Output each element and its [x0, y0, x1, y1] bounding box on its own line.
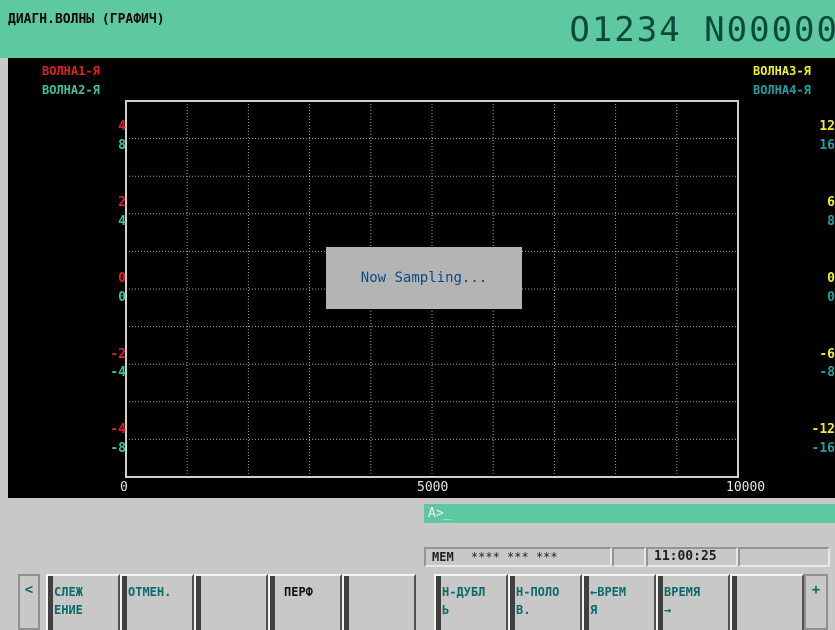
softkey-label: Н-ДУБЛ	[442, 585, 486, 599]
softkey-label: ВРЕМЯ	[664, 585, 701, 599]
y-tick-wave4: -16	[811, 441, 835, 456]
sampling-message: Now Sampling...	[360, 270, 488, 286]
y-tick-wave2: -8	[110, 441, 126, 456]
softkey-label: ОТМЕН.	[128, 585, 172, 599]
y-tick-wave3: 0	[827, 271, 835, 286]
y-tick-wave4: 16	[819, 138, 835, 153]
y-tick-wave1: 2	[118, 195, 126, 210]
y-tick-wave3: 6	[827, 195, 835, 210]
y-tick-wave3: -6	[819, 347, 835, 362]
x-tick: 5000	[417, 480, 449, 495]
status-empty-field	[612, 547, 646, 567]
chevron-left-icon: <	[24, 582, 34, 598]
softkey-label: В.	[516, 603, 531, 617]
softkey-right-arrow[interactable]: +	[804, 574, 828, 630]
input-prompt: A>_	[428, 506, 452, 521]
softkey-10[interactable]	[730, 574, 804, 630]
sampling-popup: Now Sampling...	[326, 247, 522, 309]
status-extra-field	[738, 547, 830, 567]
y-tick-wave1: 4	[118, 119, 126, 134]
softkey-9[interactable]: ВРЕМЯ →	[656, 574, 730, 630]
y-tick-wave3: 12	[819, 119, 835, 134]
waveform-chart	[125, 100, 739, 478]
y-tick-wave2: 8	[118, 138, 126, 153]
softkey-6[interactable]: Н-ДУБЛ Ь	[434, 574, 508, 630]
status-mode-field: MEM **** *** ***	[424, 547, 612, 567]
softkey-label: ПЕРФ	[284, 585, 313, 599]
y-tick-wave2: 4	[118, 214, 126, 229]
y-tick-wave4: 0	[827, 290, 835, 305]
command-input-line[interactable]: A>_	[424, 504, 835, 523]
softkey-label: ←ВРЕМ	[590, 585, 627, 599]
y-tick-wave1: -4	[110, 422, 126, 437]
y-tick-wave4: 8	[827, 214, 835, 229]
softkey-label: →	[664, 603, 672, 617]
softkey-2[interactable]: ОТМЕН.	[120, 574, 194, 630]
softkey-7[interactable]: Н-ПОЛО В.	[508, 574, 582, 630]
status-info: **** *** ***	[470, 550, 558, 564]
status-time: 11:00:25	[654, 549, 717, 564]
y-tick-wave2: 0	[118, 290, 126, 305]
softkey-label: Н-ПОЛО	[516, 585, 560, 599]
softkey-label: Я	[590, 603, 598, 617]
status-mode: MEM	[432, 550, 454, 564]
plus-icon: +	[811, 582, 821, 598]
x-tick: 10000	[726, 480, 766, 495]
softkey-left-arrow[interactable]: <	[18, 574, 40, 630]
softkey-3[interactable]	[194, 574, 268, 630]
softkey-4[interactable]: ПЕРФ	[268, 574, 342, 630]
y-tick-wave1: 0	[118, 271, 126, 286]
status-clock: 11:00:25	[646, 547, 738, 567]
softkey-5[interactable]	[342, 574, 416, 630]
softkey-label: СЛЕЖ	[54, 585, 83, 599]
softkey-8[interactable]: ←ВРЕМ Я	[582, 574, 656, 630]
y-tick-wave1: -2	[110, 347, 126, 362]
softkey-label: ЕНИЕ	[54, 603, 83, 617]
softkey-1[interactable]: СЛЕЖ ЕНИЕ	[46, 574, 120, 630]
y-tick-wave4: -8	[819, 365, 835, 380]
softkey-label: Ь	[442, 603, 450, 617]
y-tick-wave3: -12	[811, 422, 835, 437]
x-tick: 0	[120, 480, 128, 495]
y-tick-wave2: -4	[110, 365, 126, 380]
